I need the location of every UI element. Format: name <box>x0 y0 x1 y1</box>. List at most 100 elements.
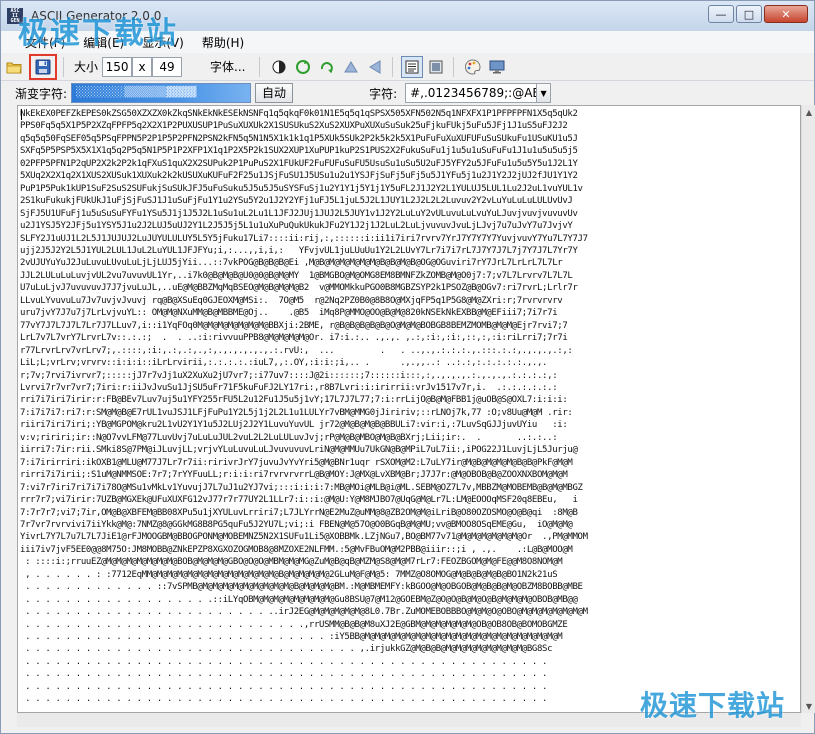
maximize-button[interactable]: □ <box>736 5 762 23</box>
main-toolbar: 大小 150 x 49 字体... <box>1 53 814 81</box>
ascii-line: ujj2J5J2Y2L5J1YUL2LUL1JuL2LuYUL1JFJFYu;i… <box>20 245 578 256</box>
size-times-label: x <box>132 56 153 77</box>
monitor-icon <box>489 60 505 73</box>
ascii-line: 7:i7irirriri:ikOXB1@MLU@M77J7Lr7r7ii:rir… <box>20 457 573 468</box>
text-mode-button[interactable] <box>401 55 424 78</box>
palette-icon <box>465 58 481 74</box>
character-toolbar: 渐变字符: ░░░░░░░░▒▒▒▒▒▒▒▓▓▓▓▓ 自动 字符: #,.012… <box>1 81 814 105</box>
watermark-bottom: 极速下载站 <box>640 689 786 722</box>
ascii-line: . . . . . . . . . . . . . . . . . . . . … <box>20 632 563 643</box>
vertical-scrollbar[interactable]: ▲ ▼ <box>801 105 815 713</box>
ascii-line: 02PFP5PFN1P2qUP2X2k2P2k1qFXuS1quX2X2SUPu… <box>20 158 578 169</box>
ascii-line: Lvrvi7r7vr7vr7;7iri:r:iiJvJvuSu1JjSU5uFr… <box>20 382 558 393</box>
color-button[interactable] <box>462 56 484 78</box>
size-label: 大小 <box>74 60 99 74</box>
ascii-line: PPS0Fq5q5X1P5P2XZqFPFP5q2X2X1P2PUXUSUP1P… <box>20 121 568 132</box>
image-mode-button[interactable] <box>425 56 447 78</box>
flip-vertical-button[interactable] <box>340 56 362 78</box>
ascii-line: SXFq5P5PSP5X5X1X1q5q2P5q5N1P5P1P2XFP1X1q… <box>20 146 578 157</box>
close-button[interactable]: ✕ <box>764 5 808 23</box>
chars-label: 字符: <box>369 86 398 101</box>
ascii-line: U7uLuLjvJ7uvuvuvJ7J7jvuLuJL,..uE@M@BBZMq… <box>20 283 578 294</box>
toolbar-separator <box>259 56 261 77</box>
ascii-line: r;7v;7rvi7ivrvr7;:::::jJ7r7vJj1uX2XuXu2j… <box>20 370 558 381</box>
ascii-line: YivrL7Y7L7u7L7L7JiE1@rFJMOOGBM@BBOGPONM@… <box>20 532 588 543</box>
open-button[interactable] <box>3 56 25 78</box>
folder-icon <box>6 62 22 73</box>
floppy-disk-icon <box>35 59 51 74</box>
ascii-line: LLvuLYvuvuLu7Jv7uvjvJvuvj rq@B@XSuEq0GJE… <box>20 295 563 306</box>
height-input[interactable]: 49 <box>152 56 183 77</box>
font-button[interactable]: 字体... <box>202 56 253 78</box>
ascii-line: iii7iv7jvF5EE0@@8M75O:JM8MOBB@ZNkEPZP8XG… <box>20 544 573 555</box>
ascii-text: NkEkEX0PEFZkEPES0kZSG50XZXZX0kZkqSNkEkNk… <box>18 106 800 712</box>
flip-horizontal-button[interactable] <box>364 56 386 78</box>
triangle-left-icon <box>369 59 381 74</box>
ascii-line: , . . . . . . : :7712EqMM@M@M@M@M@M@M@M@… <box>20 569 558 580</box>
watermark-top: 极速下载站 <box>18 16 178 51</box>
refresh-icon <box>296 59 311 74</box>
image-mode-icon <box>429 60 443 73</box>
maximize-icon: □ <box>743 7 755 21</box>
ramp-input[interactable]: ░░░░░░░░▒▒▒▒▒▒▒▓▓▓▓▓ <box>71 83 252 103</box>
ascii-line: LrL7v7L7vrY7LrvrL7v::.:.:; . . ..:i:rivv… <box>20 333 568 344</box>
ascii-line: . . . . . . . . . . . . . . . . . . .::i… <box>20 594 578 605</box>
text-lines-icon <box>405 60 419 73</box>
ascii-line: . . . . . . . . . . . . . . . . . . . . … <box>20 656 548 667</box>
width-input[interactable]: 150 <box>102 56 133 77</box>
ascii-output-area[interactable]: NkEkEX0PEFZkEPES0kZSG50XZXZX0kZkqSNkEkNk… <box>17 105 801 713</box>
redo-icon <box>321 61 334 73</box>
ascii-line: . . . . . . . . . . . . . . . . . . . . … <box>20 619 568 630</box>
ascii-line: 7:vi7r7iri7ri7i7i78O@MSu1vMkLv1YuvujJ7L7… <box>20 482 583 493</box>
ascii-line: . . . . . . . . . . . . . . . . . . . . … <box>20 607 588 618</box>
toolbar-separator <box>392 56 394 77</box>
ascii-line: riiri7iri7iri;:YB@MGPOM@kru2L1vU2Y1Y1u5J… <box>20 420 568 431</box>
ascii-line: rrr7r7;vi7irir:7UZB@MGXEk@UFuXUXFG12vJ77… <box>20 495 578 506</box>
text-caret <box>21 109 22 120</box>
close-icon: ✕ <box>781 7 791 21</box>
ascii-line: . . . . . . . . . . . . . . . . . . . . … <box>20 644 553 655</box>
ascii-line: u2J1YSJ5Y2JFj5u1YSY5J1u2J2LUJ5uUJ2Y1L2J5… <box>20 221 573 232</box>
scroll-down-icon[interactable]: ▼ <box>802 699 815 713</box>
ascii-line: 77vY7J7L7J7L7Lr7J7LLuv7,i::i1YqFOq0M@M@M… <box>20 320 568 331</box>
ascii-line: 5XUq2X2X1q2X1XUS2XUSuk1XUXuk2k2kUSUXuKUF… <box>20 171 578 182</box>
menu-help[interactable]: 帮助(H) <box>196 34 256 51</box>
ascii-line: 7:i7i7i7:ri7:r:SM@M@B@E7rUL1vuJSJ1LFjFuP… <box>20 407 573 418</box>
ascii-line: JJL2LULuLuLuvjvUL2vu7uvuvUL1Yr,..i7k0@B@… <box>20 270 573 281</box>
ascii-line: . . . . . . . . . . . . . ::7vSPMB@M@M@M… <box>20 582 583 593</box>
ascii-line: 7:7r7r7;vi7;7ir,OM@B@XBFEM@BB08XPu5u1jXY… <box>20 507 578 518</box>
ascii-line: r77LrvrLrv7vrLrv7;,.::::,:i:,.:,.:,.,:,.… <box>20 345 573 356</box>
ascii-line: SLFY2J1uUJ1L2L5J1JUJUJ2LuJUYULULUY5L5Y5j… <box>20 233 588 244</box>
brightness-button[interactable] <box>292 56 314 78</box>
ascii-line: 7r7vr7rvrvivi7iiYkk@M@:7NMZ@8@GGkMG8B8PG… <box>20 519 573 530</box>
chars-input[interactable]: #,.0123456789;:@ABCI <box>405 83 538 103</box>
chars-dropdown-button[interactable]: ▼ <box>537 83 552 103</box>
ascii-line: : ::::i:;rruuEZ@M@M@M@M@M@M@M@BOB@M@M@M@… <box>20 557 563 568</box>
ascii-line: v:v;ririri;ir::N@O7vvLFM@77LuvUvj7uLuLuJ… <box>20 432 558 443</box>
ascii-line: . . . . . . . . . . . . . . . . . . . . … <box>20 669 548 680</box>
ascii-line: 2S1kuFukukjFUkUkJ1uFjSjFuSJ1J1uSuFjFu1Y1… <box>20 196 573 207</box>
contrast-button[interactable] <box>268 56 290 78</box>
triangle-up-icon <box>344 60 359 72</box>
ascii-line: q5q5q50FqSEF05q5PSqFPPN5P2P1P5P2PFN2PSN2… <box>20 133 578 144</box>
minimize-button[interactable]: — <box>708 5 734 23</box>
ascii-line: SjFJ5U1UFuFj1u5uSuSuFYFu1YSu5J1j1J5J2L1u… <box>20 208 578 219</box>
ascii-line: iirri7:7ir:rii.SMki8S@7PM@iJLuvjLL;vrjvY… <box>20 445 578 456</box>
contrast-icon <box>272 60 286 73</box>
ascii-line: 2vUJUYuYuJ2JuLuvuLUvuLuLjLjLUJ5jYii...::… <box>20 258 563 269</box>
scroll-up-icon[interactable]: ▲ <box>802 105 815 119</box>
ascii-line: NkEkEX0PEFZkEPES0kZSG50XZXZX0kZkqSNkEkNk… <box>20 109 578 119</box>
ascii-line: rri7i7iri7irir:r:FB@BEv7Luv7uj5u1YFY255r… <box>20 395 568 406</box>
ramp-label: 渐变字符: <box>15 86 68 101</box>
ascii-line: PuP1P5Puk1kUP1SuF2SuS2SUFukjSuSUkJFJ5uFu… <box>20 183 583 194</box>
toolbar-separator <box>63 56 64 77</box>
toolbar-separator <box>453 56 455 77</box>
window-controls: — □ ✕ <box>708 5 808 23</box>
auto-button[interactable]: 自动 <box>255 83 294 103</box>
rotate-button[interactable] <box>316 56 338 78</box>
ascii-line: uru7jvY7J7u7j7LrLvjvuYL:: OM@M@NXuMM@B@M… <box>20 308 558 319</box>
chevron-down-icon: ▼ <box>540 88 547 98</box>
save-button[interactable] <box>29 53 57 80</box>
minimize-icon: — <box>715 7 727 21</box>
preview-button[interactable] <box>486 56 508 78</box>
